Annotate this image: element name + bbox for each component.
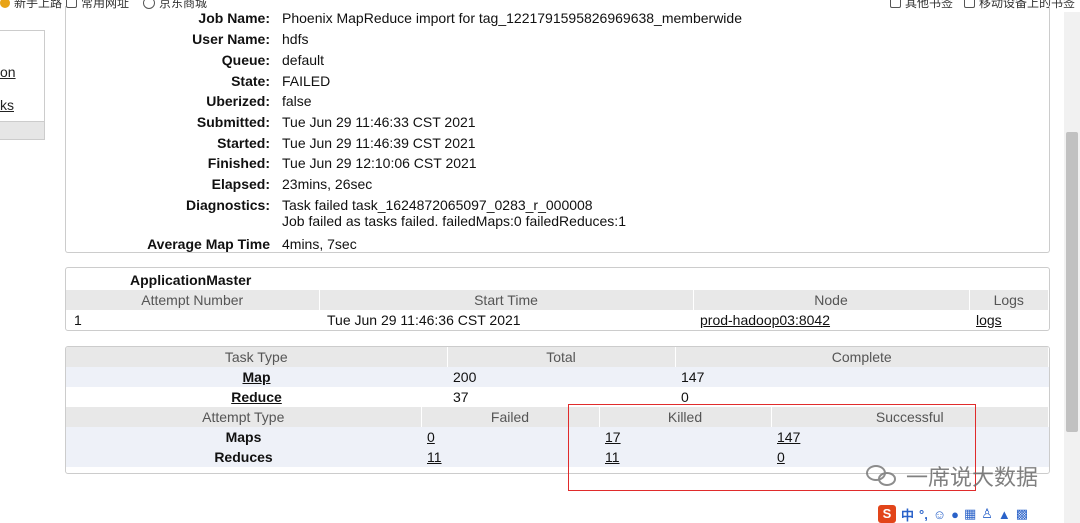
left-sidebar: on ks [0,12,45,523]
shirt-icon[interactable]: ▲ [998,507,1011,522]
finished-row: Finished: Tue Jun 29 12:10:06 CST 2021 [66,155,1051,171]
wechat-icon [866,463,900,489]
user-name-row: User Name: hdfs [66,31,1051,47]
sidebar-frame [0,30,45,140]
sidebar-footer [0,121,44,139]
task-header-type: Task Type [66,347,448,367]
grid-icon[interactable]: ▩ [1016,506,1028,522]
reduces-failed-link[interactable]: 11 [427,449,442,465]
started-row: Started: Tue Jun 29 11:46:39 CST 2021 [66,135,1051,151]
elapsed-value: 23mins, 26sec [282,176,373,192]
submitted-label: Submitted: [196,114,270,130]
table-row: 1 Tue Jun 29 11:46:36 CST 2021 prod-hado… [66,310,1049,330]
am-header-attempt: Attempt Number [66,290,320,310]
state-value: FAILED [282,73,331,89]
diagnostics-line-1: Task failed task_1624872065097_0283_r_00… [282,197,593,213]
finished-value: Tue Jun 29 12:10:06 CST 2021 [282,155,477,171]
am-logs-link[interactable]: logs [976,312,1002,328]
am-header-logs: Logs [969,290,1049,310]
mic-icon[interactable]: ● [951,507,959,522]
emoji-icon[interactable]: ☺ [933,507,946,522]
maps-failed-link[interactable]: 0 [427,429,435,445]
vertical-scrollbar[interactable] [1064,12,1080,523]
task-header-complete: Complete [675,347,1049,367]
reduce-link[interactable]: Reduce [231,389,282,405]
diagnostics-row: Diagnostics: Task failed task_1624872065… [66,197,1051,229]
queue-row: Queue: default [66,52,1051,68]
sidebar-link-tasks[interactable]: ks [0,97,14,113]
application-master-panel: ApplicationMaster Attempt Number Start T… [65,267,1050,331]
submitted-row: Submitted: Tue Jun 29 11:46:33 CST 2021 [66,114,1051,130]
am-header-node: Node [693,290,970,310]
user-name-label: User Name: [192,31,270,47]
job-overview-panel: Job Name: Phoenix MapReduce import for t… [65,6,1050,253]
am-node-link[interactable]: prod-hadoop03:8042 [700,312,830,328]
queue-label: Queue: [221,52,270,68]
avg-map-time-row: Average Map Time 4mins, 7sec [66,236,1051,252]
map-total: 200 [447,367,675,387]
keyboard-icon[interactable]: ▦ [964,506,976,522]
elapsed-row: Elapsed: 23mins, 26sec [66,176,1051,192]
am-table: Attempt Number Start Time Node Logs 1 Tu… [66,290,1049,330]
bookmark-newbie[interactable]: 新手上路 [0,0,62,11]
am-start-time: Tue Jun 29 11:46:36 CST 2021 [327,312,521,328]
uberized-value: false [282,93,312,109]
finished-label: Finished: [207,155,270,171]
ime-toolbar: S 中 °, ☺ ● ▦ ♙ ▲ ▩ [878,505,1028,523]
diagnostics-line-2: Job failed as tasks failed. failedMaps:0… [282,213,626,229]
job-name-row: Job Name: Phoenix MapReduce import for t… [66,10,1051,26]
table-row: Map 200 147 [66,367,1049,387]
uberized-row: Uberized: false [66,93,1051,109]
queue-value: default [282,52,325,68]
ime-language[interactable]: 中 [901,505,914,523]
user-icon[interactable]: ♙ [981,506,993,522]
user-name-value: hdfs [282,31,309,47]
diagnostics-label: Diagnostics: [185,197,270,213]
scrollbar-thumb[interactable] [1066,132,1078,432]
am-attempt: 1 [74,312,82,328]
avg-map-time-value: 4mins, 7sec [282,236,357,252]
submitted-value: Tue Jun 29 11:46:33 CST 2021 [282,114,476,130]
attempt-header-type: Attempt Type [66,407,422,427]
avg-map-time-label: Average Map Time [147,236,270,252]
am-title: ApplicationMaster [130,272,252,288]
started-value: Tue Jun 29 11:46:39 CST 2021 [282,135,476,151]
map-complete: 147 [675,367,1049,387]
watermark: 一席说大数据 [866,460,1038,492]
sogou-icon[interactable]: S [878,505,896,523]
task-table: Task Type Total Complete Map 200 147 Red… [66,347,1049,407]
reduces-label: Reduces [66,447,421,467]
state-label: State: [231,73,270,89]
elapsed-label: Elapsed: [211,176,270,192]
watermark-text: 一席说大数据 [906,465,1039,490]
map-link[interactable]: Map [243,369,271,385]
task-header-total: Total [447,347,676,367]
state-row: State: FAILED [66,73,1051,89]
am-header-start: Start Time [319,290,694,310]
job-name-value: Phoenix MapReduce import for tag_1221791… [282,10,742,26]
started-label: Started: [217,135,270,151]
uberized-label: Uberized: [206,93,270,109]
sidebar-link-configuration[interactable]: on [0,64,16,80]
punctuation-icon[interactable]: °, [919,507,928,522]
job-name-label: Job Name: [198,10,270,26]
maps-label: Maps [66,427,421,447]
bookmark-icon [0,0,10,8]
